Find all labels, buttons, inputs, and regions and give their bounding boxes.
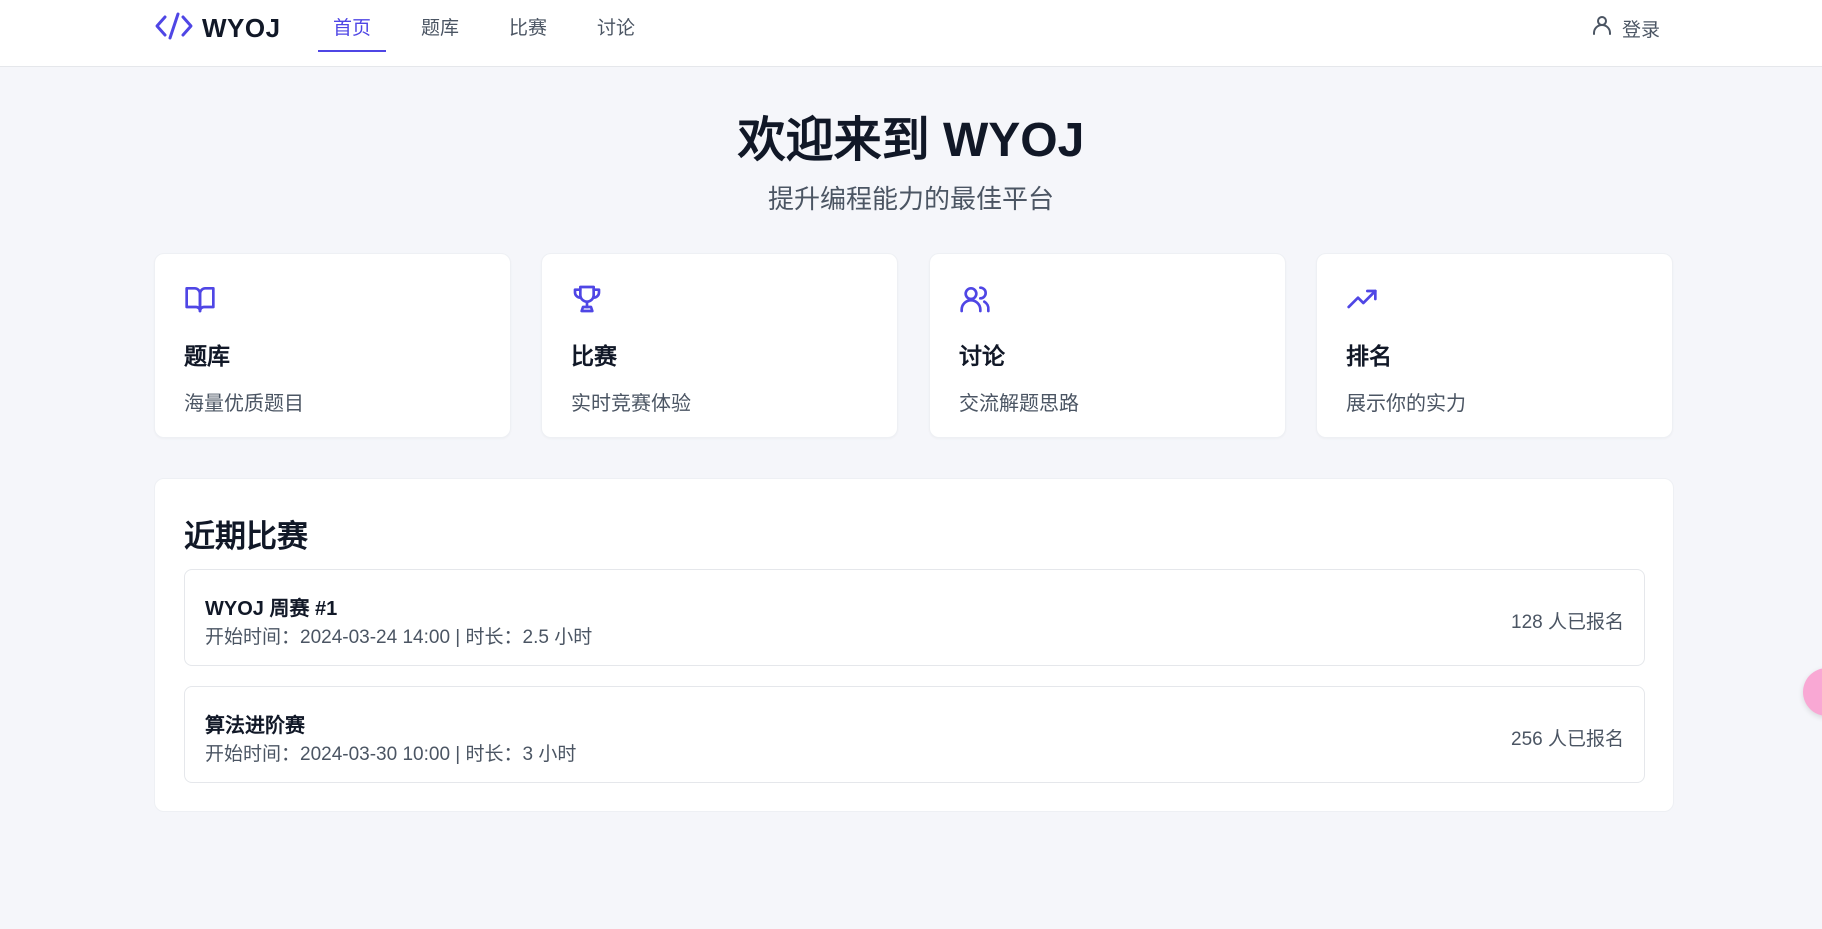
login-label: 登录 bbox=[1621, 19, 1660, 41]
book-icon bbox=[184, 283, 216, 315]
users-icon bbox=[959, 283, 991, 315]
hero-title: 欢迎来到 WYOJ bbox=[737, 114, 1085, 167]
navbar: WYOJ 首页 题库 比赛 讨论 登录 bbox=[0, 0, 1822, 67]
floating-action-button[interactable] bbox=[1803, 668, 1822, 716]
main-nav: 首页 题库 比赛 讨论 bbox=[318, 0, 670, 52]
contest-name: 算法进阶赛 bbox=[205, 715, 305, 737]
contest-meta: 开始时间：2024-03-24 14:00 | 时长：2.5 小时 bbox=[205, 627, 593, 648]
code-icon bbox=[154, 10, 194, 47]
feature-title: 排名 bbox=[1346, 343, 1392, 369]
feature-card-ranking[interactable]: 排名 展示你的实力 bbox=[1316, 253, 1673, 438]
feature-card-discuss[interactable]: 讨论 交流解题思路 bbox=[929, 253, 1286, 438]
feature-card-problems[interactable]: 题库 海量优质题目 bbox=[154, 253, 511, 438]
login-button[interactable]: 登录 bbox=[1582, 13, 1660, 43]
feature-desc: 交流解题思路 bbox=[959, 393, 1079, 415]
feature-card-contests[interactable]: 比赛 实时竞赛体验 bbox=[541, 253, 898, 438]
section-title: 近期比赛 bbox=[184, 519, 308, 554]
feature-desc: 海量优质题目 bbox=[184, 393, 304, 415]
feature-desc: 展示你的实力 bbox=[1346, 393, 1466, 415]
nav-item-problems[interactable]: 题库 bbox=[406, 0, 474, 52]
contest-meta: 开始时间：2024-03-30 10:00 | 时长：3 小时 bbox=[205, 744, 577, 765]
brand-name: WYOJ bbox=[202, 12, 281, 43]
feature-title: 比赛 bbox=[571, 343, 617, 369]
feature-desc: 实时竞赛体验 bbox=[571, 393, 691, 415]
contest-item[interactable]: 算法进阶赛 开始时间：2024-03-30 10:00 | 时长：3 小时 25… bbox=[184, 686, 1645, 783]
hero-subtitle: 提升编程能力的最佳平台 bbox=[767, 184, 1054, 214]
feature-title: 讨论 bbox=[959, 343, 1005, 369]
contest-registered-count: 128 人已报名 bbox=[1511, 612, 1624, 633]
brand-logo[interactable]: WYOJ bbox=[154, 11, 281, 45]
feature-title: 题库 bbox=[184, 343, 230, 369]
nav-item-discuss[interactable]: 讨论 bbox=[582, 0, 650, 52]
nav-item-contests[interactable]: 比赛 bbox=[494, 0, 562, 52]
trophy-icon bbox=[571, 283, 603, 315]
contest-name: WYOJ 周赛 #1 bbox=[205, 598, 338, 620]
contest-registered-count: 256 人已报名 bbox=[1511, 729, 1624, 750]
trending-up-icon bbox=[1346, 283, 1378, 315]
nav-item-home[interactable]: 首页 bbox=[318, 0, 387, 52]
user-icon bbox=[1590, 13, 1614, 43]
recent-contests-panel: 近期比赛 WYOJ 周赛 #1 开始时间：2024-03-24 14:00 | … bbox=[154, 478, 1674, 812]
contest-item[interactable]: WYOJ 周赛 #1 开始时间：2024-03-24 14:00 | 时长：2.… bbox=[184, 569, 1645, 666]
